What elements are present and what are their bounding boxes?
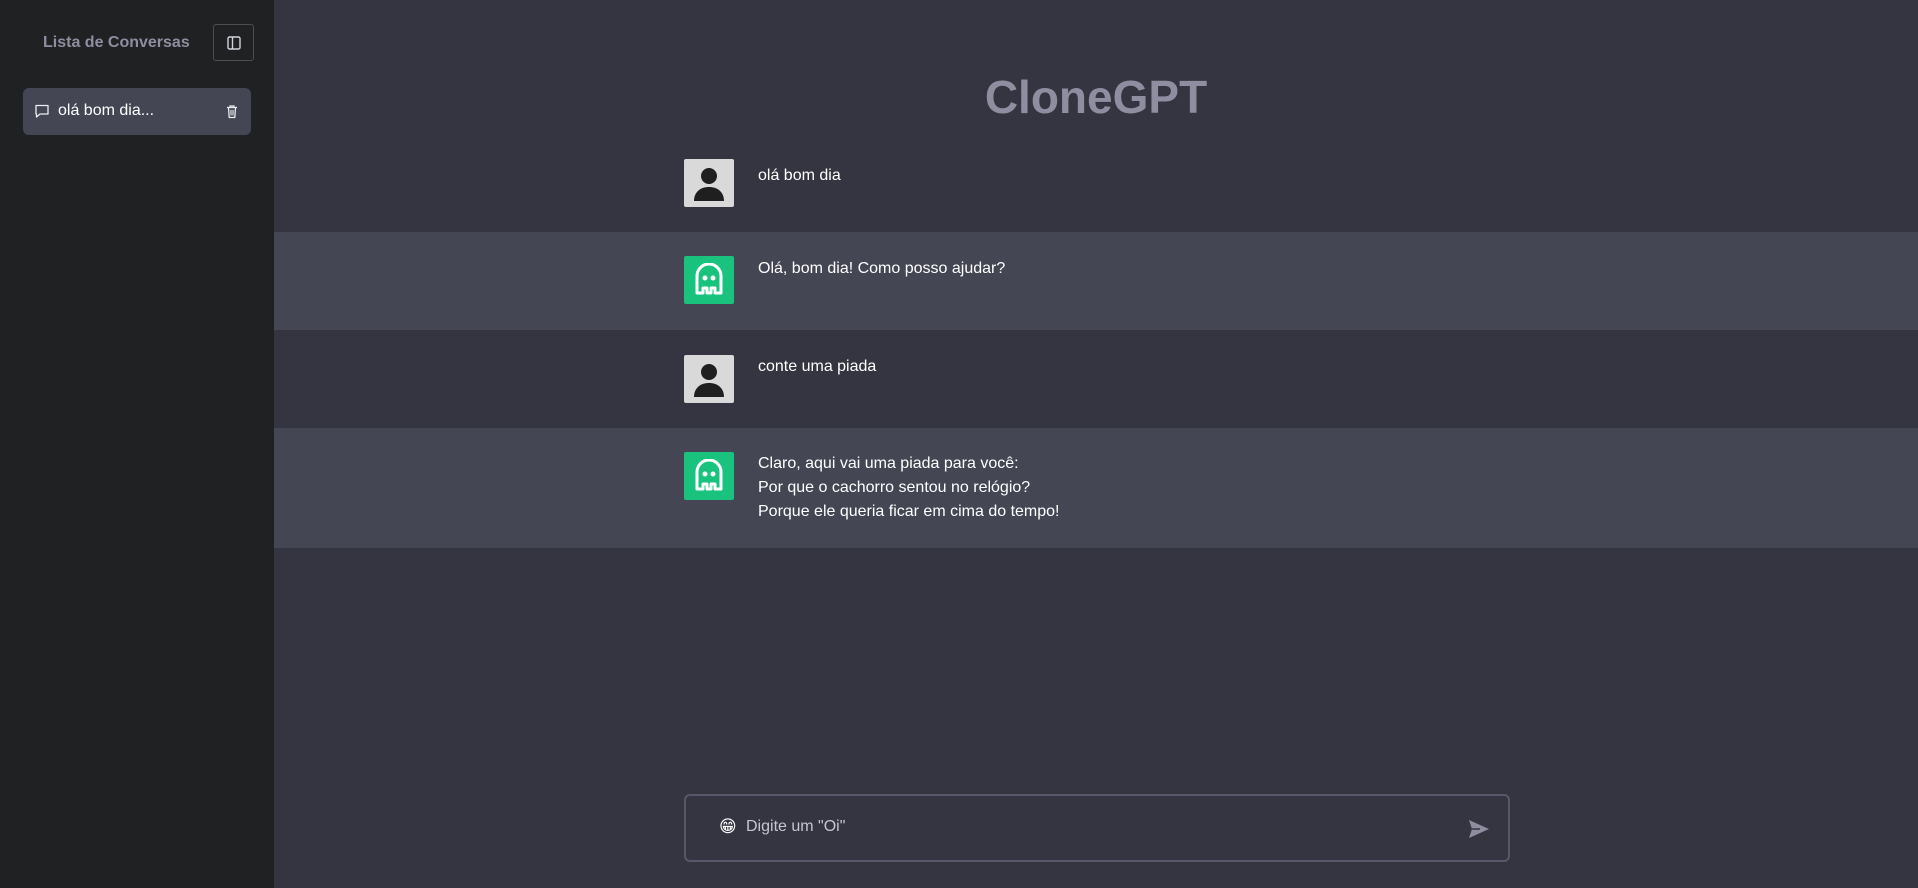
user-silhouette-icon — [694, 168, 724, 201]
sidebar-title: Lista de Conversas — [43, 34, 190, 51]
message-text: conte uma piada — [758, 358, 877, 375]
sidebar-toggle-icon — [226, 35, 241, 50]
robot-icon — [695, 263, 723, 295]
emoji-icon[interactable]: 😁 — [719, 817, 739, 837]
sidebar: Lista de Conversas olá bom dia... — [0, 0, 274, 888]
user-avatar — [684, 159, 734, 207]
message-row-bot: Claro, aqui vai uma piada para você: Por… — [274, 428, 1918, 548]
conversation-item[interactable]: olá bom dia... — [23, 88, 251, 135]
user-avatar — [684, 355, 734, 403]
message-row-user: conte uma piada — [274, 330, 1918, 428]
message-row-bot: Olá, bom dia! Como posso ajudar? — [274, 232, 1918, 330]
bot-avatar — [684, 256, 734, 304]
chat-input-box: 😁 — [684, 794, 1510, 862]
trash-icon[interactable] — [225, 104, 239, 120]
chat-main: CloneGPT olá bom dia Olá, bom dia! Como … — [274, 0, 1918, 888]
message-text: Claro, aqui vai uma piada para você: Por… — [758, 455, 1060, 520]
chat-bubble-icon — [34, 103, 50, 119]
bot-avatar — [684, 452, 734, 500]
message-text: olá bom dia — [758, 167, 841, 184]
chat-input[interactable] — [746, 812, 1426, 842]
user-silhouette-icon — [694, 364, 724, 397]
robot-icon — [695, 459, 723, 491]
sidebar-header: Lista de Conversas — [0, 24, 274, 62]
sidebar-toggle-button[interactable] — [213, 24, 254, 61]
send-icon — [1469, 820, 1489, 838]
send-button[interactable] — [1466, 816, 1492, 842]
message-text: Olá, bom dia! Como posso ajudar? — [758, 260, 1006, 277]
conversation-label: olá bom dia... — [58, 102, 155, 119]
message-row-user: olá bom dia — [274, 149, 1918, 232]
app-title: CloneGPT — [984, 71, 1208, 123]
